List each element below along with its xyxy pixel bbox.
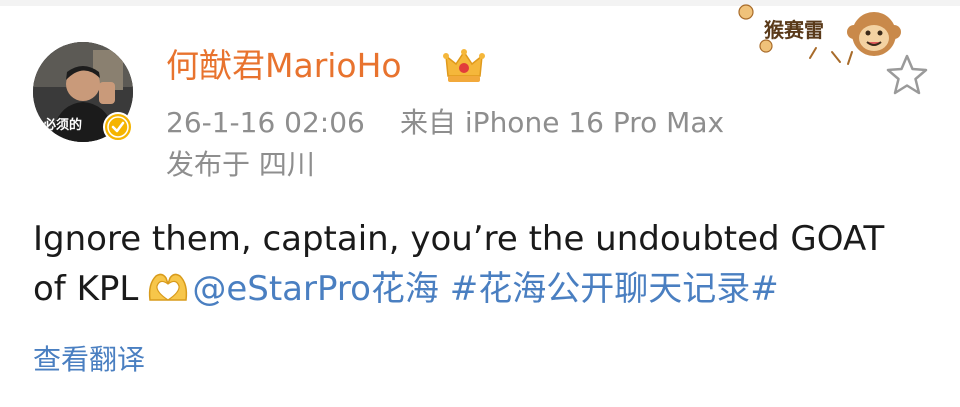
sticker-text: 猴赛雷 [764,18,824,42]
avatar-caption: 必须的 [43,118,83,133]
post-location: 发布于 四川 [166,148,315,181]
crown-icon[interactable] [442,46,486,86]
post-timestamp: 26-1-16 02:06 [166,106,365,139]
mention-link[interactable]: @eStarPro花海 [192,269,439,309]
post-source: 来自 iPhone 16 Pro Max [400,106,725,139]
monkey-sticker: 猴赛雷 [736,0,906,70]
author-name[interactable]: 何猷君MarioHo [166,44,402,88]
translate-button[interactable]: 查看翻译 [33,340,145,380]
post-body-line-1: Ignore them, captain, you’re the undoubt… [33,219,885,259]
verified-badge-icon [103,112,133,142]
heart-hands-icon [149,273,188,301]
weibo-post: 必须的 何猷君MarioHo 26-1-16 02:06 来自 iPhone 1… [0,0,960,407]
star-icon[interactable] [884,52,930,98]
post-body-line-2: of KPL @eStarPro花海 #花海公开聊天记录# [33,264,943,314]
hashtag-link[interactable]: #花海公开聊天记录# [450,269,779,309]
post-body-text: of KPL [33,269,139,309]
post-body: Ignore them, captain, you’re the undoubt… [33,214,943,314]
